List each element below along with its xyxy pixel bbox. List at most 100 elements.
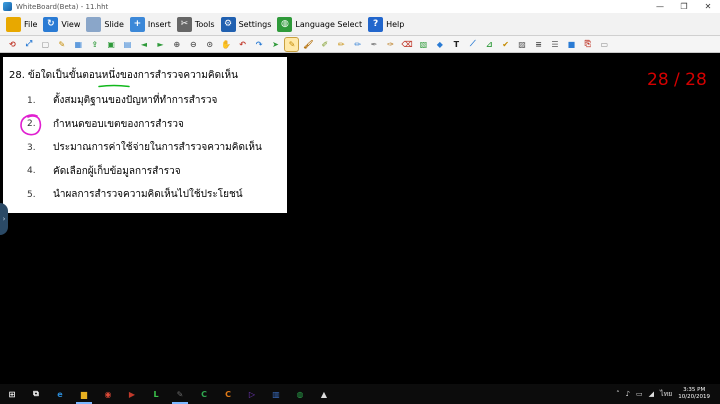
tools-icon: ✂ [176,16,192,32]
menu-help[interactable]: ? Help [368,14,404,34]
menu-file[interactable]: File [6,14,37,34]
check-icon[interactable]: ✔ [499,38,512,51]
menu-insert[interactable]: + Insert [129,14,171,34]
line-icon[interactable]: ⟋ [466,38,479,51]
redo-icon[interactable]: ↷ [253,38,266,51]
window-title: WhiteBoard(Beta) - 11.hht [16,2,109,11]
menu-view[interactable]: ↻ View [43,14,80,34]
answer-option-4: 4. คัดเลือกผู้เก็บข้อมูลการสำรวจ [27,164,181,179]
pink-circle-annotation [20,114,42,136]
globe-icon: ◍ [277,16,293,32]
answer-option-3: 3. ประมาณการค่าใช้จ่ายในการสำรวจความคิดเห… [27,140,262,155]
screenshot-icon[interactable]: ⎘ [581,38,594,51]
menu-tools[interactable]: ✂ Tools [176,14,215,34]
slide-icon [86,16,102,32]
option-number: 5. [27,189,36,200]
video-player-icon[interactable]: ▷ [240,384,264,404]
task-view-icon[interactable]: ⧉ [24,384,48,404]
video-icon[interactable]: ■ [565,38,578,51]
camtasia-icon[interactable]: C [192,384,216,404]
side-panel-handle[interactable]: › [0,203,8,235]
menu-label: View [61,19,81,29]
extra-icon[interactable]: ▭ [598,38,611,51]
tray-icon[interactable]: ♪ [626,390,630,398]
tray-icon[interactable]: ˄ [616,390,620,398]
ruler-icon[interactable]: ⊿ [483,38,496,51]
page-counter: 28 / 28 [647,70,707,90]
pen-icon[interactable]: ✎ [284,36,300,52]
zoom-out-icon[interactable]: ⊖ [187,38,200,51]
refresh-icon: ↻ [43,16,59,32]
chrome-icon-glyph: ◉ [104,389,112,399]
fullscreen-icon[interactable]: ⤢ [22,38,35,51]
clock-time: 3:35 PM [683,387,706,393]
brush-icon[interactable]: 🖌 [302,38,315,51]
board-canvas[interactable]: 28. ข้อใดเป็นขั้นตอนหนึ่งของการสำรวจความค… [0,53,720,384]
option-text: กำหนดขอบเขตของการสำรวจ [53,118,184,130]
gear-icon: ⚙ [220,16,236,32]
question-text: 28. ข้อใดเป็นขั้นตอนหนึ่งของการสำรวจความค… [9,68,238,83]
paint-icon[interactable]: ▥ [264,384,288,404]
stripes-icon[interactable]: ≡ [532,38,545,51]
menu-slide[interactable]: Slide [86,14,124,34]
undo-icon[interactable]: ↶ [236,38,249,51]
shapes-icon[interactable]: ◆ [433,38,446,51]
tray-icon[interactable]: ◢ [649,390,654,398]
menu-label: Insert [147,19,171,29]
tray-icon[interactable]: ▭ [636,390,643,398]
taskbar: ⊞ ⧉ e ▆ ◉ ▶ L ✎ C C ▷ ▥ ◍ ▲ ˄ ♪ ▭ ◢ ไทย 3:35 PM 10/20/201… [0,384,720,404]
edit-page-icon[interactable]: ✎ [55,38,68,51]
clock-date: 10/20/2019 [678,394,710,400]
whiteboard-app-icon[interactable]: ✎ [168,384,192,404]
export-icon[interactable]: ⇪ [88,38,101,51]
book-icon[interactable]: ▤ [121,38,134,51]
file-explorer-icon[interactable]: ▆ [72,384,96,404]
arrow-right-icon[interactable]: ► [154,38,167,51]
cursor-icon[interactable]: ➤ [269,38,282,51]
eraser-icon[interactable]: ⌫ [401,38,414,51]
media-icon-glyph: ▶ [128,389,136,399]
zoom-in-icon[interactable]: ⊕ [170,38,183,51]
pattern-icon[interactable]: ▨ [516,38,529,51]
blank-page-icon[interactable]: ▢ [39,38,52,51]
marker-icon[interactable]: ✏ [335,38,348,51]
line-app-icon[interactable]: L [144,384,168,404]
option-number: 1. [27,95,36,106]
hand-icon[interactable]: ✋ [220,38,233,51]
start-button[interactable]: ⊞ [0,384,24,404]
arrow-left-icon[interactable]: ◄ [138,38,151,51]
menu-label: Help [386,19,405,29]
maximize-button[interactable]: ❐ [672,0,696,13]
system-tray: ˄ ♪ ▭ ◢ ไทย 3:35 PM 10/20/2019 [616,384,720,404]
clock[interactable]: 3:35 PM 10/20/2019 [678,387,710,401]
grid-icon[interactable]: ▦ [72,38,85,51]
tray-icon[interactable]: ไทย [660,389,672,400]
image-icon[interactable]: ▧ [417,38,430,51]
close-button[interactable]: ✕ [696,0,720,13]
edge-icon-glyph: e [57,389,63,399]
highlighter-icon[interactable]: ✐ [318,38,331,51]
zoom-fit-icon[interactable]: ⊙ [203,38,216,51]
file-explorer-icon-glyph: ▆ [80,389,88,399]
option-number: 4. [27,166,36,176]
camtasia-recorder-icon[interactable]: C [216,384,240,404]
reload-icon[interactable]: ⟲ [6,38,19,51]
calligraphy-icon[interactable]: ✑ [384,38,397,51]
lines-icon[interactable]: ☰ [548,38,561,51]
browser-icon[interactable]: ◍ [288,384,312,404]
minimize-button[interactable]: — [648,0,672,13]
paint-icon-glyph: ▥ [272,389,280,399]
save-icon[interactable]: ▣ [105,38,118,51]
line-app-icon-glyph: L [153,389,159,399]
text-icon[interactable]: T [450,38,463,51]
chalk-icon[interactable]: ✒ [368,38,381,51]
pencil-icon[interactable]: ✏ [351,38,364,51]
media-icon[interactable]: ▶ [120,384,144,404]
menu-settings[interactable]: ⚙ Settings [220,14,271,34]
chrome-icon[interactable]: ◉ [96,384,120,404]
photos-icon[interactable]: ▲ [312,384,336,404]
edge-icon[interactable]: e [48,384,72,404]
answer-option-1: 1. ตั้งสมมุติฐานของปัญหาที่ทำการสำรวจ [27,93,217,108]
camtasia-recorder-icon-glyph: C [225,389,231,399]
menu-language-select[interactable]: ◍ Language Select [277,14,362,34]
